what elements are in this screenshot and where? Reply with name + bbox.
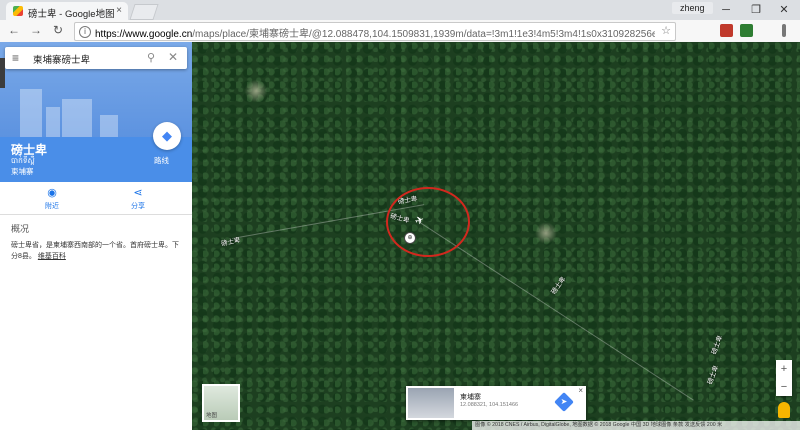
- share-label: 分享: [131, 203, 145, 210]
- place-hero: ≡ 柬埔寨磅士卑 ⚲ ✕ 磅士卑 បាក់ទីស្ពឺ 柬埔寨 ◆ 路线: [0, 42, 192, 182]
- clearing: [244, 80, 268, 102]
- extension-icon[interactable]: [740, 24, 753, 37]
- address-bar[interactable]: i https://www.google.cn/maps/place/柬埔寨磅士…: [74, 22, 676, 41]
- nearby-icon: ◉: [47, 187, 57, 199]
- card-title: 柬埔寨: [460, 394, 481, 401]
- map-label[interactable]: 磅士卑: [548, 274, 567, 296]
- maximize-button[interactable]: ❐: [742, 1, 770, 19]
- directions-icon: ◆: [162, 128, 172, 143]
- highlight-circle: [386, 187, 470, 257]
- maps-favicon-icon: [13, 6, 23, 16]
- zoom-out-button[interactable]: −: [776, 378, 792, 396]
- clearing: [535, 222, 557, 244]
- map-label[interactable]: 磅士卑: [704, 364, 720, 386]
- share-button[interactable]: ⋖ 分享: [118, 186, 158, 211]
- action-row: ◉ 附近 ⋖ 分享: [0, 182, 192, 215]
- directions-label: 路线: [154, 156, 169, 165]
- nearby-label: 附近: [45, 203, 59, 210]
- browser-toolbar: ← → ↻ i https://www.google.cn/maps/place…: [0, 20, 800, 43]
- reload-icon[interactable]: ↻: [50, 22, 66, 38]
- card-directions-icon[interactable]: ➤: [554, 392, 574, 412]
- satellite-map[interactable]: 磅士卑 磅士卑 磅士卑 磅士卑 磅士卑 磅士卑 ✈ ⊕ 地图 柬埔寨 12.08…: [192, 42, 800, 430]
- panel-edge-tab[interactable]: [0, 58, 5, 88]
- tab-close-icon[interactable]: ×: [116, 5, 122, 16]
- chrome-menu-icon[interactable]: [782, 24, 786, 37]
- search-box[interactable]: ≡ 柬埔寨磅士卑 ⚲ ✕: [5, 47, 187, 69]
- extension-icon[interactable]: [720, 24, 733, 37]
- share-icon: ⋖: [133, 187, 143, 199]
- url-text: https://www.google.cn/maps/place/柬埔寨磅士卑/…: [95, 29, 655, 40]
- pegman-icon[interactable]: [778, 402, 790, 418]
- card-coordinates: 12.088321, 104.151466: [460, 402, 519, 408]
- browser-tab[interactable]: 磅士卑 - Google地图 ×: [6, 2, 128, 20]
- new-tab-button[interactable]: [129, 4, 159, 20]
- overview-heading: 概况: [11, 224, 30, 234]
- place-country: 柬埔寨: [11, 167, 34, 176]
- menu-icon[interactable]: ≡: [12, 51, 19, 65]
- zoom-in-button[interactable]: +: [776, 360, 792, 378]
- tab-title: 磅士卑 - Google地图: [28, 9, 115, 20]
- place-description: 磅士卑省，是柬埔寨西南部的一个省。首府磅士卑。下分8县。 维基百科: [11, 242, 179, 260]
- boundary-line: [416, 220, 694, 401]
- directions-button[interactable]: ◆: [153, 122, 181, 150]
- layer-switcher[interactable]: 地图: [202, 384, 240, 422]
- place-card[interactable]: 柬埔寨 12.088321, 104.151466 ➤ ×: [406, 386, 586, 420]
- site-info-icon[interactable]: i: [79, 26, 91, 38]
- card-close-icon[interactable]: ×: [578, 386, 583, 395]
- wikipedia-link[interactable]: 维基百科: [38, 253, 66, 260]
- zoom-control: + −: [776, 360, 792, 396]
- search-icon[interactable]: ⚲: [147, 51, 155, 64]
- minimize-button[interactable]: ─: [712, 1, 740, 19]
- close-window-button[interactable]: ✕: [770, 1, 798, 19]
- place-pin-icon[interactable]: ⊕: [404, 232, 416, 244]
- map-footer: 图像 © 2018 CNES / Airbus, DigitalGlobe, 地…: [472, 421, 800, 430]
- place-thumbnail[interactable]: [408, 388, 454, 418]
- tab-strip: 磅士卑 - Google地图 × zheng ─ ❐ ✕: [0, 0, 800, 20]
- profile-button[interactable]: zheng: [672, 2, 713, 14]
- search-input[interactable]: 柬埔寨磅士卑: [33, 52, 90, 66]
- layer-label: 地图: [206, 413, 218, 419]
- forward-icon[interactable]: →: [28, 22, 44, 38]
- back-icon[interactable]: ←: [6, 22, 22, 38]
- bookmark-star-icon[interactable]: ☆: [661, 24, 671, 37]
- nearby-button[interactable]: ◉ 附近: [32, 186, 72, 211]
- map-label[interactable]: 磅士卑: [220, 234, 242, 248]
- map-label[interactable]: 磅士卑: [708, 334, 724, 356]
- clear-icon[interactable]: ✕: [168, 50, 178, 64]
- place-panel: ≡ 柬埔寨磅士卑 ⚲ ✕ 磅士卑 បាក់ទីស្ពឺ 柬埔寨 ◆ 路线 ◉ 附…: [0, 42, 192, 430]
